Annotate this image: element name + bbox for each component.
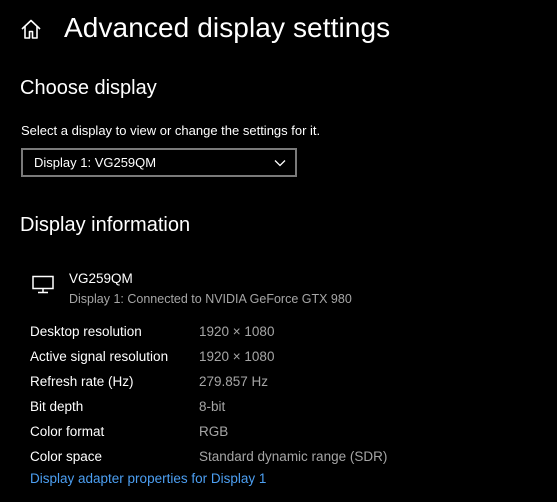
monitor-connection: Display 1: Connected to NVIDIA GeForce G… — [69, 292, 352, 306]
info-label: Active signal resolution — [30, 349, 169, 364]
info-label: Desktop resolution — [30, 324, 142, 339]
header: Advanced display settings — [20, 8, 390, 48]
display-information-heading: Display information — [20, 214, 191, 236]
monitor-summary: VG259QM Display 1: Connected to NVIDIA G… — [32, 270, 352, 308]
info-row-bit-depth: Bit depth 8-bit — [30, 394, 387, 419]
choose-display-description: Select a display to view or change the s… — [21, 123, 321, 138]
info-value: 279.857 Hz — [199, 374, 269, 389]
home-icon[interactable] — [20, 18, 42, 40]
choose-display-heading: Choose display — [20, 77, 157, 99]
advanced-display-settings-page: Advanced display settings Choose display… — [0, 0, 557, 502]
page-title: Advanced display settings — [64, 12, 391, 43]
info-value: RGB — [199, 424, 229, 439]
display-select-value: Display 1: VG259QM — [34, 155, 157, 170]
chevron-down-icon — [274, 159, 286, 166]
monitor-name: VG259QM — [69, 271, 133, 286]
info-label: Color format — [30, 424, 105, 439]
info-value: 8-bit — [199, 399, 226, 414]
info-label: Bit depth — [30, 399, 84, 414]
info-row-active-signal-resolution: Active signal resolution 1920 × 1080 — [30, 344, 387, 369]
info-value: 1920 × 1080 — [199, 349, 275, 364]
monitor-icon — [32, 275, 54, 294]
display-info-table: Desktop resolution 1920 × 1080 Active si… — [30, 319, 387, 469]
info-row-color-space: Color space Standard dynamic range (SDR) — [30, 444, 387, 469]
info-row-color-format: Color format RGB — [30, 419, 387, 444]
display-adapter-properties-link[interactable]: Display adapter properties for Display 1 — [30, 471, 266, 486]
info-value: Standard dynamic range (SDR) — [199, 449, 388, 464]
info-row-refresh-rate: Refresh rate (Hz) 279.857 Hz — [30, 369, 387, 394]
monitor-text: VG259QM Display 1: Connected to NVIDIA G… — [69, 270, 352, 308]
info-value: 1920 × 1080 — [199, 324, 275, 339]
info-label: Color space — [30, 449, 103, 464]
display-select-dropdown[interactable]: Display 1: VG259QM — [21, 148, 297, 177]
info-label: Refresh rate (Hz) — [30, 374, 134, 389]
info-row-desktop-resolution: Desktop resolution 1920 × 1080 — [30, 319, 387, 344]
